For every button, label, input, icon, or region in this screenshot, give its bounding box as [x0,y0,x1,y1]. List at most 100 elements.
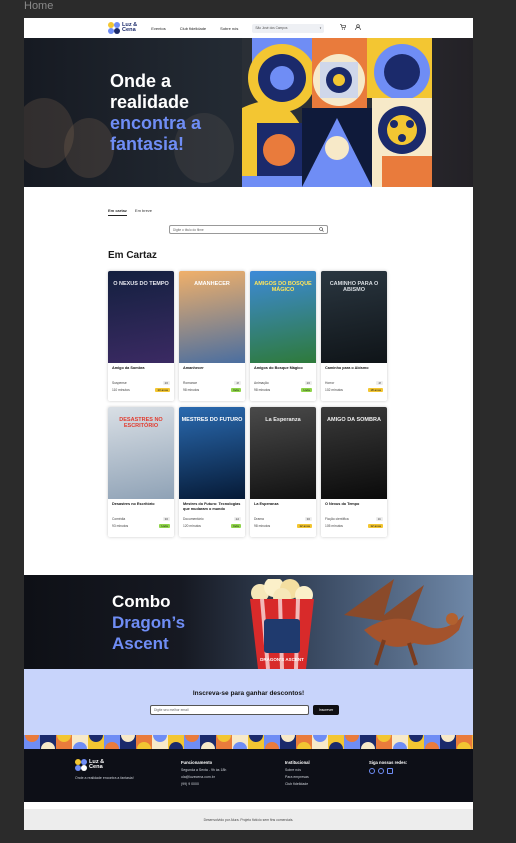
footer-link-empresas[interactable]: Para empresas [285,774,310,781]
site-header: Luz & Cena Eventos Club fidelidade Sobre… [24,18,473,38]
movie-title[interactable]: O Nexus do Tempo [321,499,387,515]
movie-poster[interactable]: DESASTRES NO ESCRITÓRIO [108,407,174,499]
movie-rating: 30 [304,517,312,521]
movie-card[interactable]: DESASTRES NO ESCRITÓRIO Desastres no Esc… [108,407,174,537]
movie-title[interactable]: Amanhecer [179,363,245,379]
facebook-icon[interactable] [387,768,393,774]
movie-title[interactable]: Caminho para o Abismo [321,363,387,379]
combo-banner[interactable]: Combo Dragon’s Ascent DRAGON'S ASCENT [24,575,473,669]
movie-poster[interactable]: O NEXUS DO TEMPO [108,271,174,363]
movie-genre: Animação [254,381,269,385]
footer-link-club[interactable]: Club fidelidade [285,781,310,788]
logo-text: Luz & Cena [122,22,138,33]
movie-genre: Drama [254,517,264,521]
chevron-down-icon: ▾ [319,26,322,30]
site-footer: Luz & Cena Onde a realidade encontra a f… [24,749,473,802]
movie-duration: 98 minutos [254,388,271,392]
cart-icon[interactable] [340,24,347,32]
movie-poster[interactable]: CAMINHO PARA O ABISMO [321,271,387,363]
subscribe-button[interactable]: Inscrever [313,705,339,715]
bucket-label: DRAGON'S ASCENT [260,657,304,662]
movie-title[interactable]: Desastres no Escritório [108,499,174,515]
age-rating-badge: Livre [159,524,170,528]
movie-card[interactable]: O NEXUS DO TEMPO Amigo da Sombra Suspens… [108,271,174,401]
nav-club-fidelidade[interactable]: Club fidelidade [180,26,206,31]
hero-title: Onde a realidade encontra a fantasia! [110,71,202,154]
instagram-icon[interactable] [378,768,384,774]
website: Luz & Cena Eventos Club fidelidade Sobre… [24,18,473,830]
nav-sobre-nos[interactable]: Sobre nós [220,26,238,31]
movie-search-input[interactable]: Digite o título do filme [169,225,328,234]
newsletter-title: Inscreva-se para ganhar descontos! [192,690,305,697]
movie-genre: Romance [183,381,198,385]
movie-genre: Horror [325,381,335,385]
copyright: Desenvolvido por Alura. Projeto fictício… [24,809,473,830]
movie-rating: 20 [162,381,170,385]
newsletter-section: Inscreva-se para ganhar descontos! Digit… [24,669,473,735]
movie-rating: 2f [234,381,241,385]
movie-title[interactable]: La Esperanza [250,499,316,515]
poster-title: O NEXUS DO TEMPO [113,281,169,287]
popcorn-bucket-image: DRAGON'S ASCENT [250,579,314,669]
movie-duration: 110 minutos [112,388,130,392]
movie-rating: 30 [162,517,170,521]
logo-icon [108,22,120,34]
movie-grid: O NEXUS DO TEMPO Amigo da Sombra Suspens… [108,271,390,537]
main-nav: Eventos Club fidelidade Sobre nós [151,26,238,31]
age-rating-badge: 12 anos [297,524,312,528]
combo-title: Combo Dragon’s Ascent [112,592,186,653]
poster-title: AMANHECER [194,281,230,287]
movie-duration: 102 minutos [325,388,343,392]
footer-brand: Luz & Cena Onde a realidade encontra a f… [75,759,155,781]
movie-poster[interactable]: MESTRES DO FUTURO [179,407,245,499]
search-icon[interactable] [319,227,324,232]
movie-card[interactable]: AMIGOS DO BOSQUE MÁGICO Amigos do Bosque… [250,271,316,401]
movie-title[interactable]: Amigos do Bosque Mágico [250,363,316,379]
movie-card[interactable]: La Esperanza La Esperanza Drama 30 98 mi… [250,407,316,537]
movie-poster[interactable]: La Esperanza [250,407,316,499]
poster-title: CAMINHO PARA O ABISMO [329,281,379,293]
tab-em-cartaz[interactable]: Em cartaz [108,208,127,216]
hero-banner: Onde a realidade encontra a fantasia! [24,38,473,187]
movie-genre: Suspense [112,381,127,385]
tab-em-breve[interactable]: Em breve [135,208,152,216]
logo[interactable]: Luz & Cena [108,22,137,34]
footer-institutional: Institucional Sobre nós Para empresas Cl… [285,759,310,788]
footer-hours: Funcionamento Segunda a Sexta - 9h às 18… [181,759,226,788]
movie-duration: 98 minutos [183,388,200,392]
footer-hours-title: Funcionamento [181,760,213,765]
email-field-placeholder: Digite seu melhor email [154,708,189,712]
poster-title: La Esperanza [265,417,301,423]
decorative-stripe [24,735,473,749]
movie-rating: 20 [304,381,312,385]
footer-email[interactable]: ola@luzecena.com.br [181,774,226,781]
movie-poster[interactable]: AMANHECER [179,271,245,363]
movie-title[interactable]: Amigo da Sombra [108,363,174,379]
nav-eventos[interactable]: Eventos [151,26,165,31]
email-field[interactable]: Digite seu melhor email [150,705,309,715]
logo-icon [75,759,87,771]
movie-tabs: Em cartaz Em breve [108,208,152,216]
movie-card[interactable]: AMIGO DA SOMBRA O Nexus do Tempo Ficção … [321,407,387,537]
footer-link-sobre[interactable]: Sobre nós [285,767,310,774]
whatsapp-icon[interactable] [369,768,375,774]
movie-genre: Documentário [183,517,204,521]
movie-poster[interactable]: AMIGOS DO BOSQUE MÁGICO [250,271,316,363]
location-select-value: São José dos Campos [255,26,288,30]
movie-poster[interactable]: AMIGO DA SOMBRA [321,407,387,499]
movie-duration: 105 minutos [325,524,343,528]
user-icon[interactable] [355,24,362,32]
movie-card[interactable]: CAMINHO PARA O ABISMO Caminho para o Abi… [321,271,387,401]
location-select[interactable]: São José dos Campos ▾ [252,23,325,33]
movie-card[interactable]: MESTRES DO FUTURO Mestres do Futuro: Tec… [179,407,245,537]
section-title: Em Cartaz [108,250,157,261]
footer-logo-text: Luz & Cena [89,759,105,770]
age-rating-badge: livre [231,388,241,392]
movie-rating: 2d [233,517,241,521]
movie-title[interactable]: Mestres do Futuro: Tecnologias que mudar… [179,499,245,515]
movie-card[interactable]: AMANHECER Amanhecer Romance 2f 98 minuto… [179,271,245,401]
poster-title: DESASTRES NO ESCRITÓRIO [119,417,163,429]
age-rating-badge: 13 anos [155,388,170,392]
footer-logo[interactable]: Luz & Cena [75,759,155,771]
movie-duration: 98 minutos [254,524,271,528]
